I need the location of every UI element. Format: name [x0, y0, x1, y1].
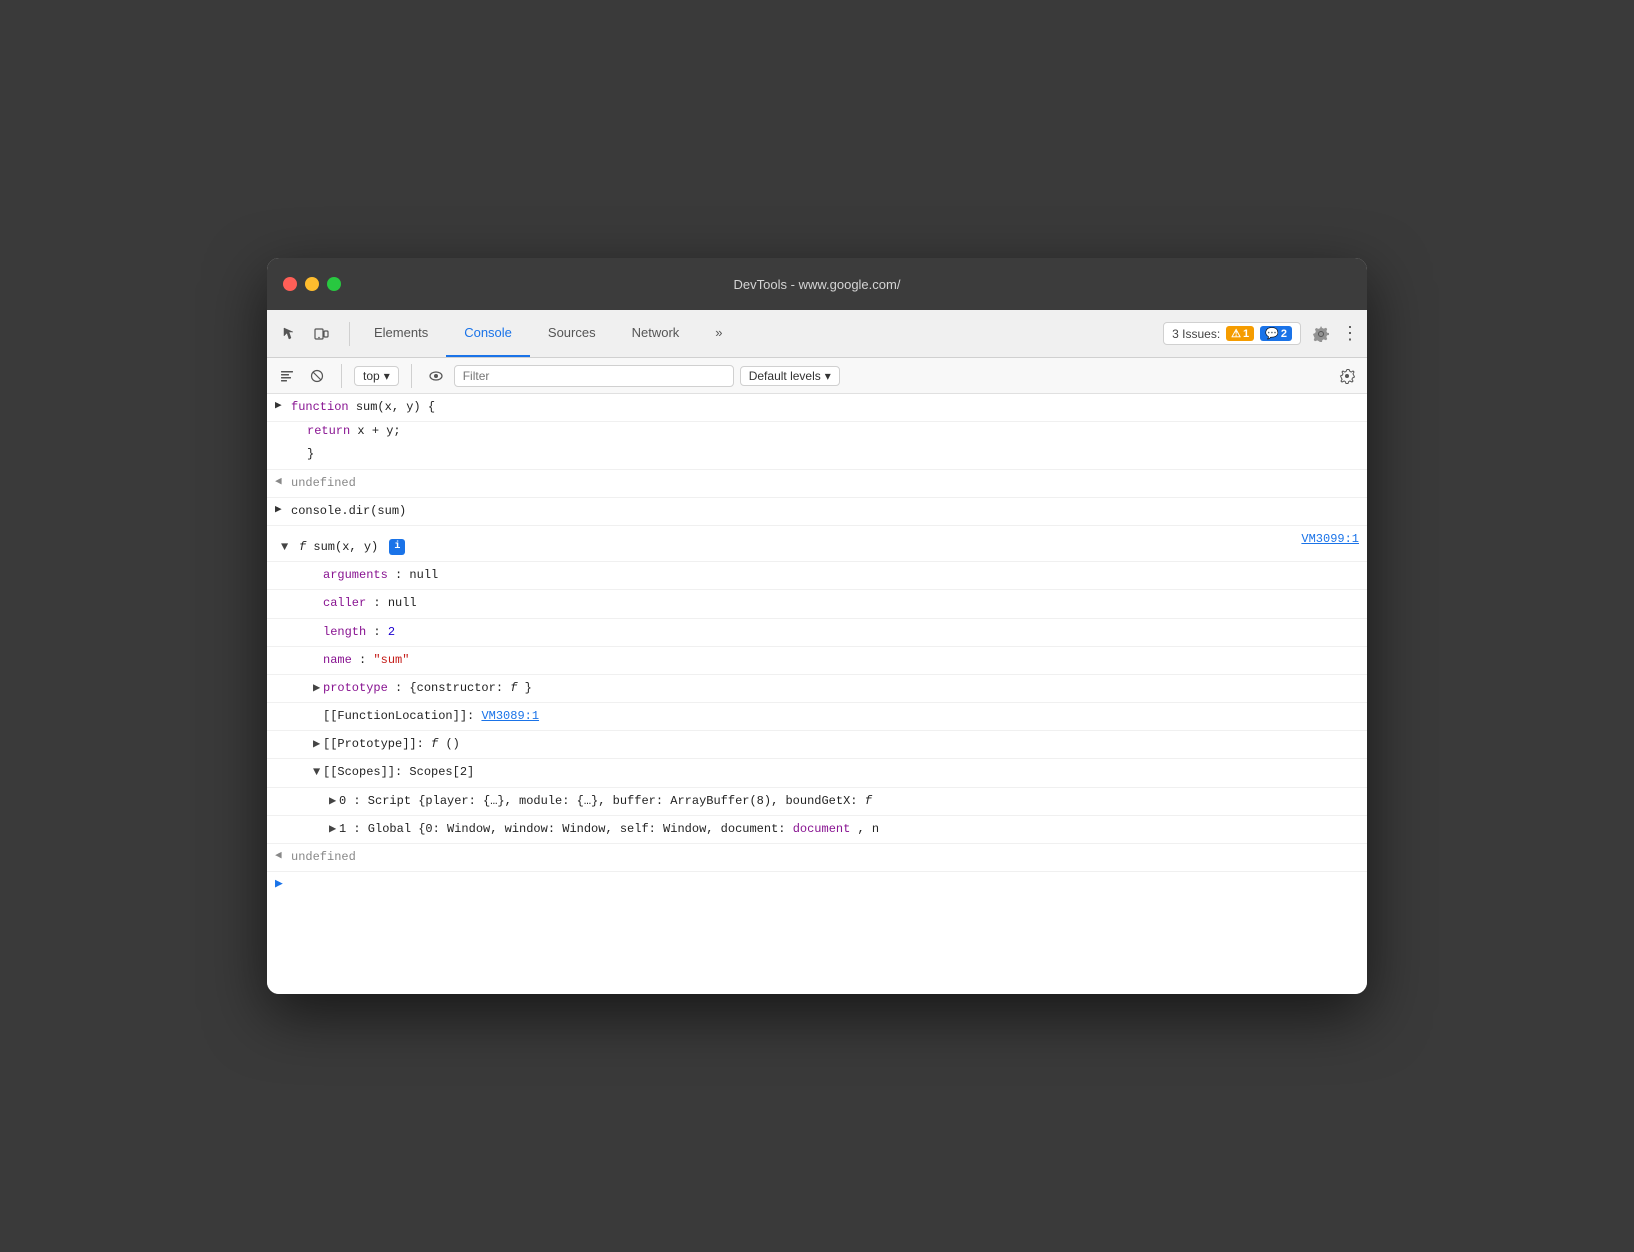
prop-length: length : 2: [267, 619, 1367, 647]
entry-arrow-left: ◀: [275, 474, 282, 492]
eye-icon[interactable]: [424, 364, 448, 388]
vm3089-link[interactable]: VM3089:1: [481, 709, 539, 723]
chat-icon: 💬: [1265, 327, 1279, 340]
console-entry-return: return x + y;: [267, 422, 1367, 445]
toolbar-right: 3 Issues: ⚠ 1 💬 2 ⋮: [1163, 320, 1359, 348]
device-icon[interactable]: [307, 320, 335, 348]
prop-arguments: arguments : null: [267, 562, 1367, 590]
expand-fn-icon[interactable]: ▼: [281, 538, 288, 557]
console-entry-undefined-1: ◀ undefined: [267, 470, 1367, 498]
prop-scopes: ▼ [[Scopes]]: Scopes[2]: [267, 759, 1367, 787]
filter-input[interactable]: [454, 365, 734, 387]
console-prompt[interactable]: ▶: [267, 872, 1367, 880]
maximize-button[interactable]: [327, 277, 341, 291]
prop-name: name : "sum": [267, 647, 1367, 675]
tabs: Elements Console Sources Network »: [356, 310, 741, 357]
issues-label: 3 Issues:: [1172, 327, 1220, 341]
tab-network[interactable]: Network: [614, 310, 698, 357]
console-settings-icon[interactable]: [1335, 364, 1359, 388]
main-toolbar: Elements Console Sources Network » 3 Iss…: [267, 310, 1367, 358]
minimize-button[interactable]: [305, 277, 319, 291]
issues-badge[interactable]: 3 Issues: ⚠ 1 💬 2: [1163, 322, 1301, 345]
devtools-window: DevTools - www.google.com/ Elements: [267, 258, 1367, 994]
entry-arrow-left-2: ◀: [275, 848, 282, 866]
console-entry-vm-link: VM3099:1: [267, 526, 1367, 534]
prompt-arrow: ▶: [275, 876, 283, 891]
warn-icon: ⚠: [1231, 327, 1241, 340]
traffic-lights: [283, 277, 341, 291]
level-select[interactable]: Default levels ▾: [740, 366, 840, 386]
entry-arrow-2[interactable]: ▶: [275, 502, 282, 520]
chevron-down-icon: ▾: [384, 369, 390, 383]
settings-button[interactable]: [1307, 320, 1335, 348]
console-entry-brace: }: [267, 445, 1367, 469]
tab-console[interactable]: Console: [446, 310, 530, 357]
prop-proto: ▶ [[Prototype]]: f (): [267, 731, 1367, 759]
toolbar-divider-3: [411, 364, 412, 388]
toolbar-divider-2: [341, 364, 342, 388]
warn-badge: ⚠ 1: [1226, 326, 1254, 341]
window-title: DevTools - www.google.com/: [734, 277, 901, 292]
toolbar-divider: [349, 322, 350, 346]
console-entry-function-def: ▶ function sum(x, y) {: [267, 394, 1367, 422]
tab-more[interactable]: »: [697, 310, 740, 357]
scope-1: ▶ 1 : Global {0: Window, window: Window,…: [267, 816, 1367, 844]
clear-console-button[interactable]: [275, 364, 299, 388]
console-entry-dir: ▶ console.dir(sum): [267, 498, 1367, 526]
prop-prototype: ▶ prototype : {constructor: f }: [267, 675, 1367, 703]
inspect-icon[interactable]: [275, 320, 303, 348]
entry-arrow-expand[interactable]: ▶: [275, 398, 282, 416]
expand-proto[interactable]: ▶: [313, 735, 320, 754]
tab-elements[interactable]: Elements: [356, 310, 446, 357]
prop-function-location: [[FunctionLocation]]: VM3089:1: [267, 703, 1367, 731]
fn-info-badge[interactable]: i: [389, 539, 405, 555]
chevron-down-icon-2: ▾: [825, 369, 831, 383]
expand-scopes[interactable]: ▼: [313, 763, 320, 782]
more-menu-icon[interactable]: ⋮: [1341, 323, 1359, 344]
context-selector[interactable]: top ▾: [354, 366, 399, 386]
console-entry-fn-header: ▼ f sum(x, y) i: [267, 534, 1367, 562]
prop-caller: caller : null: [267, 590, 1367, 618]
titlebar: DevTools - www.google.com/: [267, 258, 1367, 310]
toolbar-icons: [275, 320, 335, 348]
expand-prototype[interactable]: ▶: [313, 679, 320, 698]
expand-scope-0[interactable]: ▶: [329, 792, 336, 811]
console-output: ▶ function sum(x, y) { return x + y; } ◀…: [267, 394, 1367, 994]
console-toolbar: top ▾ Default levels ▾: [267, 358, 1367, 394]
expand-scope-1[interactable]: ▶: [329, 820, 336, 839]
scope-0: ▶ 0 : Script {player: {…}, module: {…}, …: [267, 788, 1367, 816]
tab-sources[interactable]: Sources: [530, 310, 614, 357]
console-entry-undefined-2: ◀ undefined: [267, 844, 1367, 872]
info-badge: 💬 2: [1260, 326, 1292, 341]
close-button[interactable]: [283, 277, 297, 291]
block-icon[interactable]: [305, 364, 329, 388]
